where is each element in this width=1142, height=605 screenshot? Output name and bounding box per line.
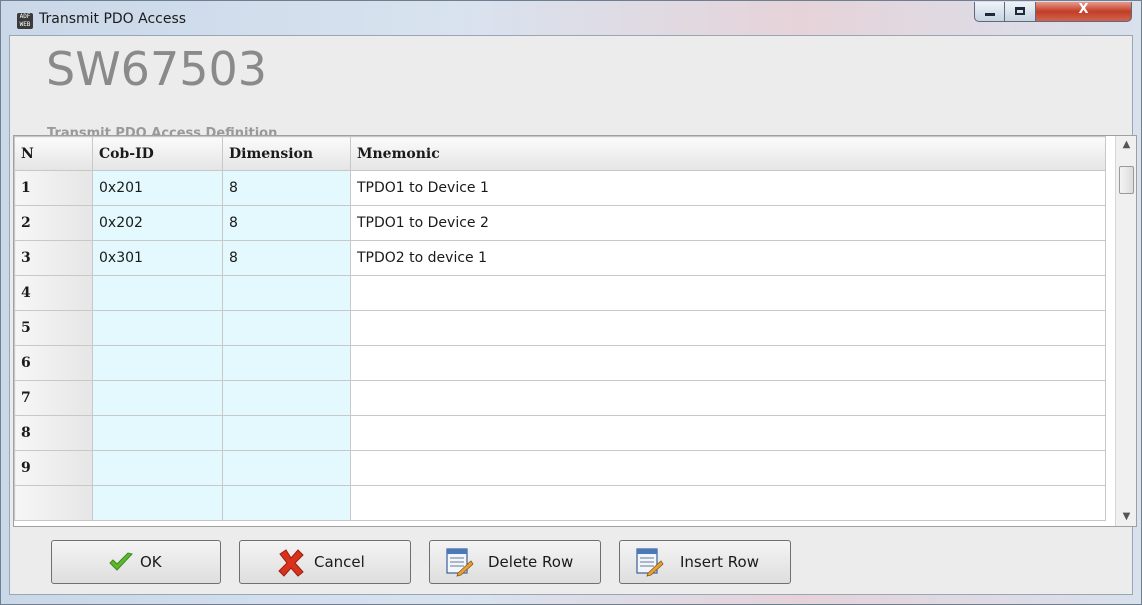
column-header-dimension[interactable]: Dimension <box>222 136 351 171</box>
row-number[interactable] <box>14 485 93 521</box>
app-icon: ADF WEB <box>17 13 33 29</box>
mnemonic-cell[interactable]: TPDO2 to device 1 <box>350 240 1106 276</box>
table-row: 2 0x202 8 TPDO1 to Device 2 <box>14 205 1106 241</box>
table-row: 8 <box>14 415 1106 451</box>
scroll-down-icon[interactable]: ▼ <box>1116 508 1136 526</box>
mnemonic-cell[interactable] <box>350 485 1106 521</box>
delete-row-button[interactable]: Delete Row <box>429 540 601 584</box>
table-row: 5 <box>14 310 1106 346</box>
dimension-cell[interactable] <box>222 485 351 521</box>
minimize-icon <box>985 13 995 16</box>
table-row: 3 0x301 8 TPDO2 to device 1 <box>14 240 1106 276</box>
pdo-table: N Cob-ID Dimension Mnemonic 1 0x201 8 TP… <box>14 136 1106 521</box>
cancel-button[interactable]: Cancel <box>239 540 411 584</box>
pdo-grid: N Cob-ID Dimension Mnemonic 1 0x201 8 TP… <box>13 135 1137 527</box>
row-number[interactable]: 2 <box>14 205 93 241</box>
mnemonic-cell[interactable] <box>350 310 1106 346</box>
dimension-cell[interactable]: 8 <box>222 170 351 206</box>
dimension-cell[interactable]: 8 <box>222 205 351 241</box>
cob-id-cell[interactable] <box>92 415 223 451</box>
delete-row-label: Delete Row <box>488 553 574 571</box>
scrollbar-thumb[interactable] <box>1119 166 1134 194</box>
table-header-row: N Cob-ID Dimension Mnemonic <box>14 136 1106 171</box>
table-row: 7 <box>14 380 1106 416</box>
mnemonic-cell[interactable] <box>350 275 1106 311</box>
maximize-button[interactable] <box>1005 2 1036 22</box>
cob-id-cell[interactable] <box>92 310 223 346</box>
mnemonic-cell[interactable] <box>350 345 1106 381</box>
cob-id-cell[interactable] <box>92 275 223 311</box>
red-x-icon <box>278 549 304 577</box>
product-title: SW67503 <box>46 42 268 96</box>
row-number[interactable]: 8 <box>14 415 93 451</box>
cob-id-cell[interactable] <box>92 380 223 416</box>
insert-row-button[interactable]: Insert Row <box>619 540 791 584</box>
table-row: 9 <box>14 450 1106 486</box>
column-header-mnemonic[interactable]: Mnemonic <box>350 136 1106 171</box>
row-number[interactable]: 9 <box>14 450 93 486</box>
checkmark-icon <box>109 552 133 571</box>
mnemonic-cell[interactable]: TPDO1 to Device 1 <box>350 170 1106 206</box>
row-number[interactable]: 6 <box>14 345 93 381</box>
insert-row-icon <box>636 548 664 577</box>
cancel-label: Cancel <box>314 553 365 571</box>
window: ADF WEB Transmit PDO Access X SW67503 Tr… <box>0 0 1142 605</box>
mnemonic-cell[interactable] <box>350 380 1106 416</box>
maximize-icon <box>1015 7 1025 15</box>
dimension-cell[interactable] <box>222 275 351 311</box>
table-row: 6 <box>14 345 1106 381</box>
scroll-up-icon[interactable]: ▲ <box>1116 136 1136 154</box>
table-row-partial <box>14 485 1106 521</box>
close-button[interactable]: X <box>1036 2 1132 22</box>
cob-id-cell[interactable] <box>92 345 223 381</box>
close-icon: X <box>1078 2 1089 17</box>
minimize-button[interactable] <box>974 2 1005 22</box>
row-number[interactable]: 3 <box>14 240 93 276</box>
window-title: Transmit PDO Access <box>39 11 187 27</box>
cob-id-cell[interactable] <box>92 450 223 486</box>
mnemonic-cell[interactable]: TPDO1 to Device 2 <box>350 205 1106 241</box>
ok-button[interactable]: OK <box>51 540 221 584</box>
dimension-cell[interactable] <box>222 345 351 381</box>
column-header-n[interactable]: N <box>14 136 93 171</box>
mnemonic-cell[interactable] <box>350 415 1106 451</box>
dimension-cell[interactable] <box>222 450 351 486</box>
dimension-cell[interactable] <box>222 415 351 451</box>
row-number[interactable]: 5 <box>14 310 93 346</box>
cob-id-cell[interactable] <box>92 485 223 521</box>
dimension-cell[interactable] <box>222 310 351 346</box>
row-number[interactable]: 4 <box>14 275 93 311</box>
dimension-cell[interactable] <box>222 380 351 416</box>
table-row: 1 0x201 8 TPDO1 to Device 1 <box>14 170 1106 206</box>
vertical-scrollbar[interactable]: ▲ ▼ <box>1115 136 1136 526</box>
dimension-cell[interactable]: 8 <box>222 240 351 276</box>
insert-row-label: Insert Row <box>680 553 759 571</box>
cob-id-cell[interactable]: 0x202 <box>92 205 223 241</box>
delete-row-icon <box>446 548 474 577</box>
column-header-cob-id[interactable]: Cob-ID <box>92 136 223 171</box>
title-bar[interactable]: ADF WEB Transmit PDO Access X <box>1 1 1141 35</box>
ok-label: OK <box>140 553 162 571</box>
table-row: 4 <box>14 275 1106 311</box>
cob-id-cell[interactable]: 0x201 <box>92 170 223 206</box>
cob-id-cell[interactable]: 0x301 <box>92 240 223 276</box>
row-number[interactable]: 1 <box>14 170 93 206</box>
row-number[interactable]: 7 <box>14 380 93 416</box>
mnemonic-cell[interactable] <box>350 450 1106 486</box>
